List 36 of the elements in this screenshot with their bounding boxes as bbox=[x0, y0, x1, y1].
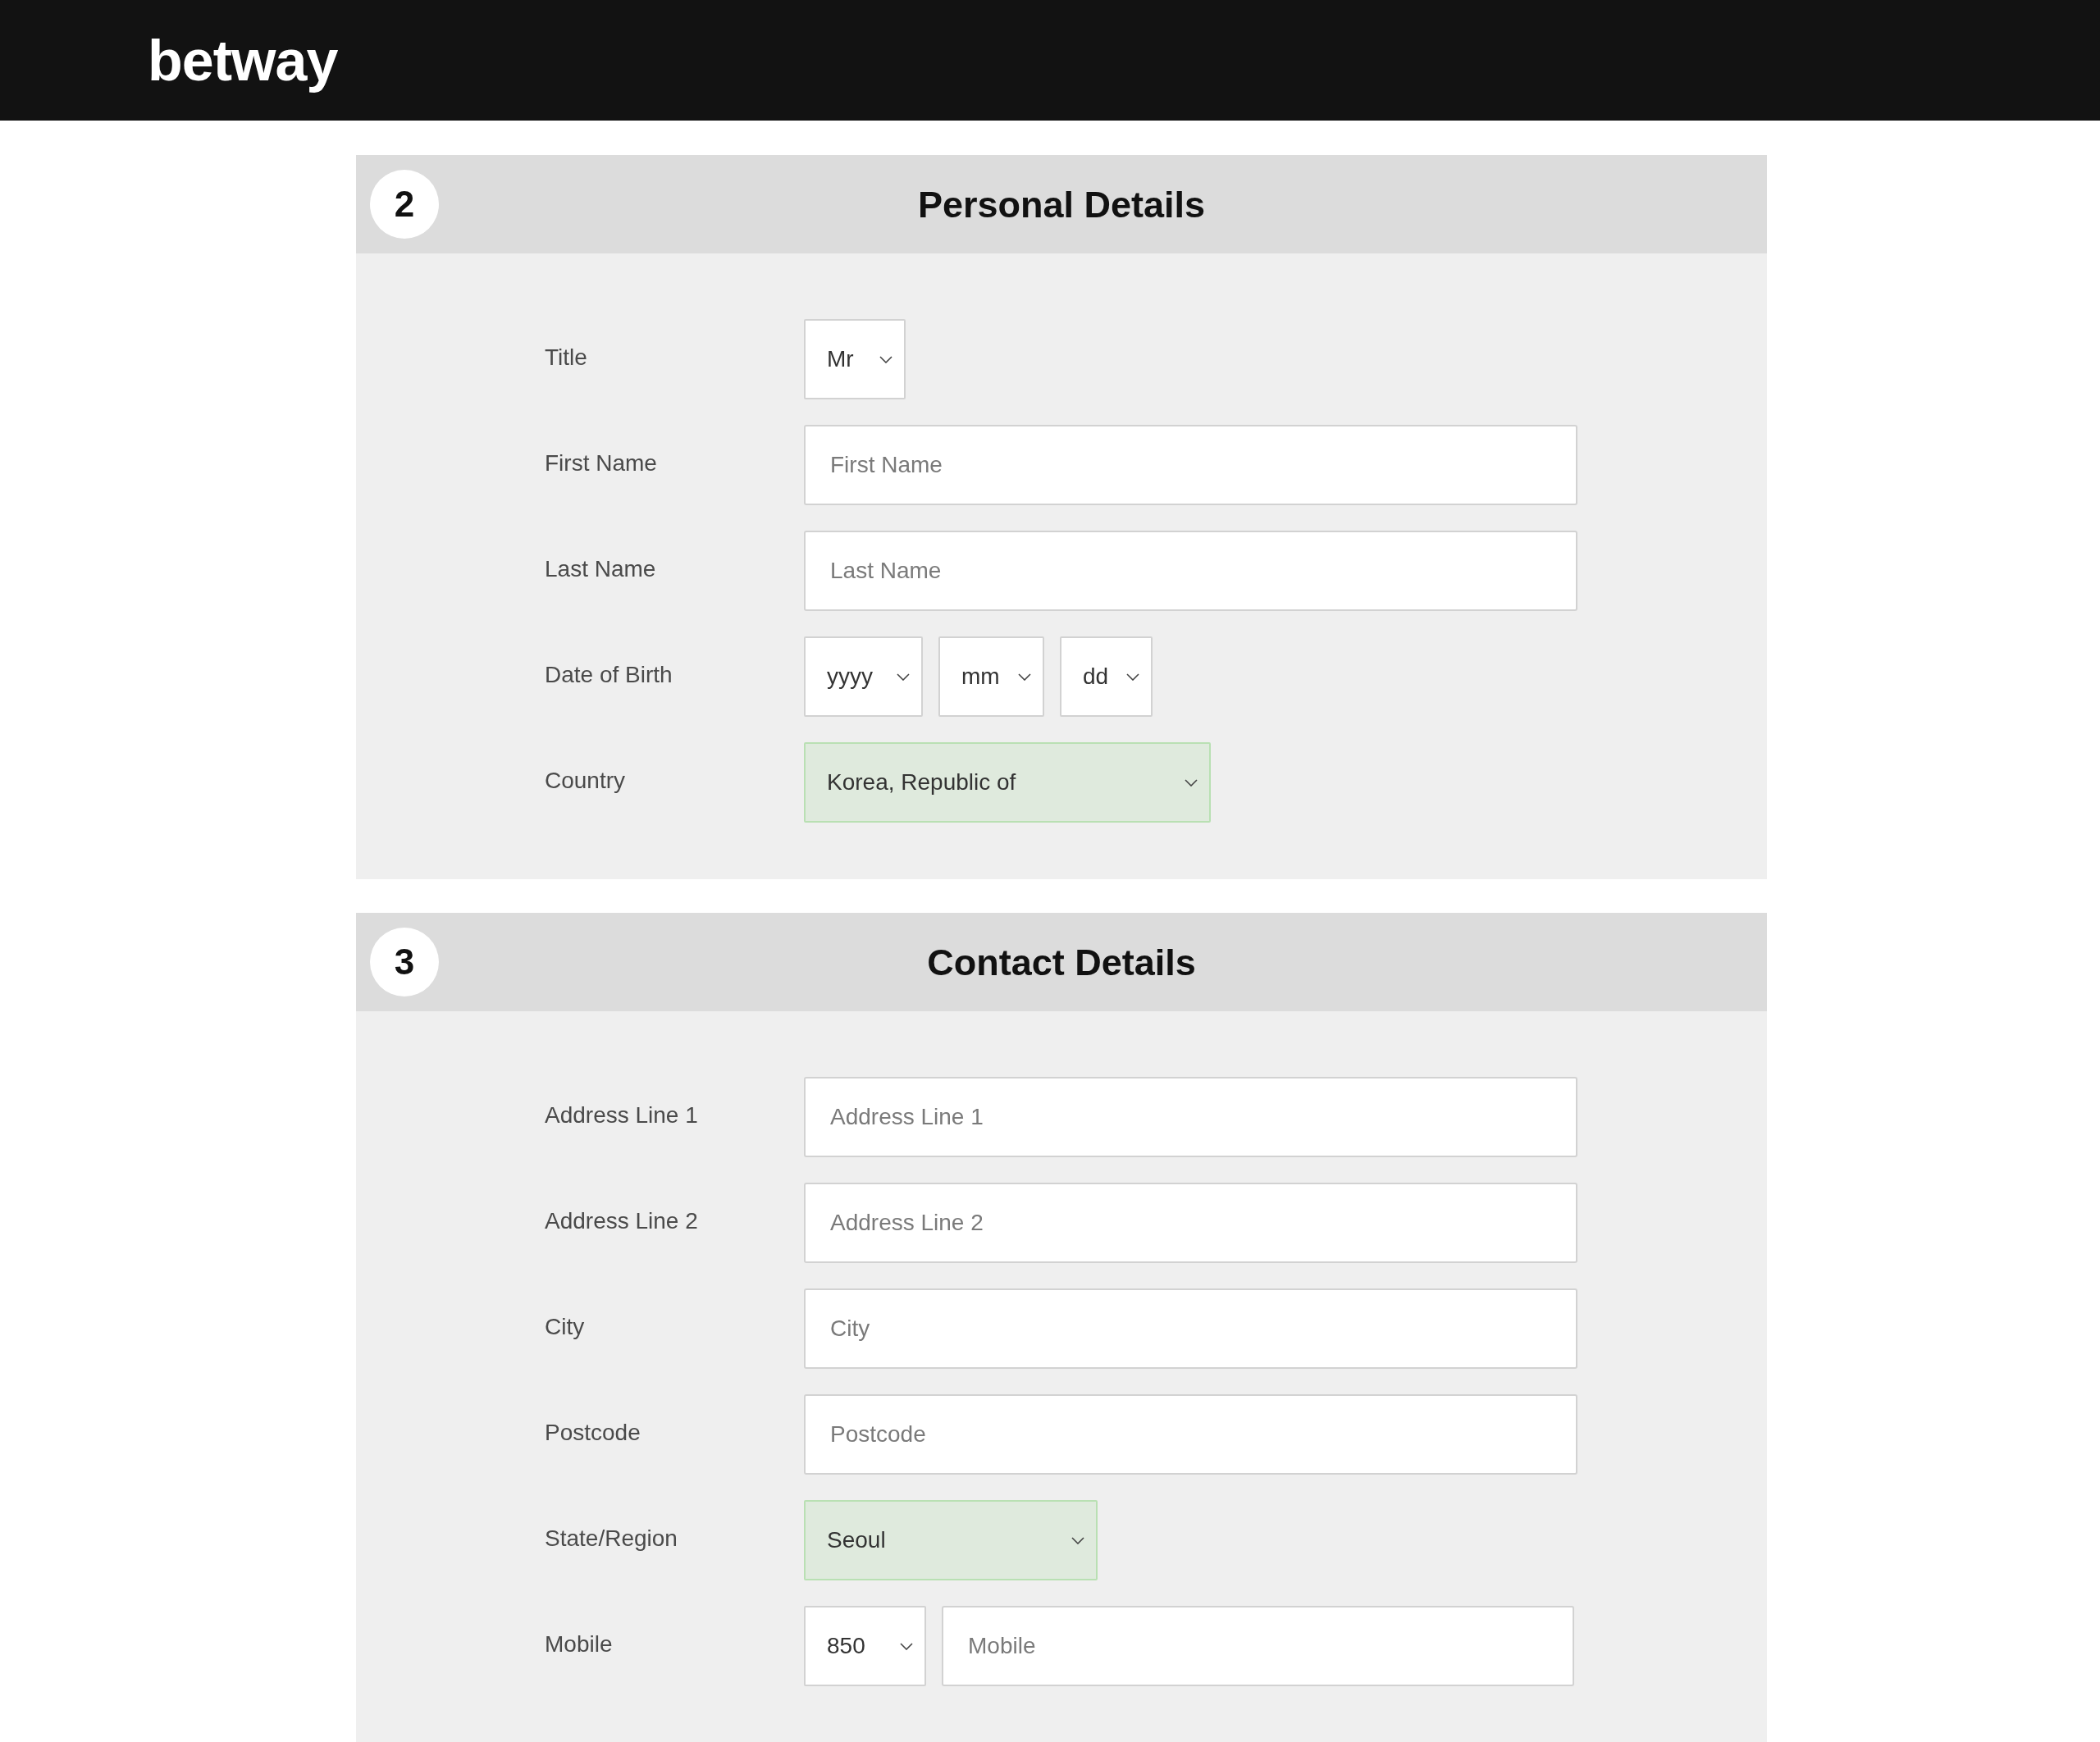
text-input-field[interactable]: Postcode bbox=[804, 1394, 1577, 1475]
field-label: City bbox=[545, 1316, 586, 1341]
section-title: Personal Details bbox=[916, 185, 1207, 223]
dropdown-select[interactable]: Seoul bbox=[804, 1500, 1098, 1580]
field-label: Postcode bbox=[545, 1421, 641, 1447]
field-label: Country bbox=[545, 769, 627, 795]
chevron-down-icon bbox=[900, 1642, 913, 1650]
field-label: Title bbox=[545, 346, 588, 372]
dropdown-select[interactable]: Korea, Republic of bbox=[804, 742, 1211, 823]
chevron-down-icon bbox=[1185, 778, 1198, 787]
step-number: 3 bbox=[370, 928, 439, 996]
text-input-field[interactable]: City bbox=[804, 1288, 1577, 1369]
step-number: 2 bbox=[370, 170, 439, 239]
field-label: Mobile bbox=[545, 1633, 614, 1658]
text-input-field[interactable]: Address Line 2 bbox=[804, 1183, 1577, 1263]
field-label: Address Line 2 bbox=[545, 1210, 699, 1235]
text-input-field[interactable]: Last Name bbox=[804, 531, 1577, 611]
dropdown-select[interactable]: 850 bbox=[804, 1606, 926, 1686]
dropdown-select[interactable]: Mr bbox=[804, 319, 906, 399]
chevron-down-icon bbox=[1018, 673, 1031, 681]
dropdown-select[interactable]: yyyy bbox=[804, 636, 923, 717]
field-label: Last Name bbox=[545, 558, 657, 583]
field-label: Address Line 1 bbox=[545, 1104, 699, 1129]
text-input-field[interactable]: First Name bbox=[804, 425, 1577, 505]
text-input-field[interactable]: Address Line 1 bbox=[804, 1077, 1577, 1157]
field-label: State/Region bbox=[545, 1527, 678, 1553]
chevron-down-icon bbox=[1126, 673, 1139, 681]
field-label: Date of Birth bbox=[545, 664, 673, 689]
chevron-down-icon bbox=[1071, 1536, 1084, 1544]
dropdown-select[interactable]: dd bbox=[1060, 636, 1153, 717]
chevron-down-icon bbox=[879, 355, 892, 363]
section-title: Contact Details bbox=[926, 943, 1197, 981]
dropdown-select[interactable]: mm bbox=[938, 636, 1044, 717]
chevron-down-icon bbox=[897, 673, 910, 681]
text-input-field[interactable]: Mobile bbox=[942, 1606, 1574, 1686]
field-label: First Name bbox=[545, 452, 658, 477]
